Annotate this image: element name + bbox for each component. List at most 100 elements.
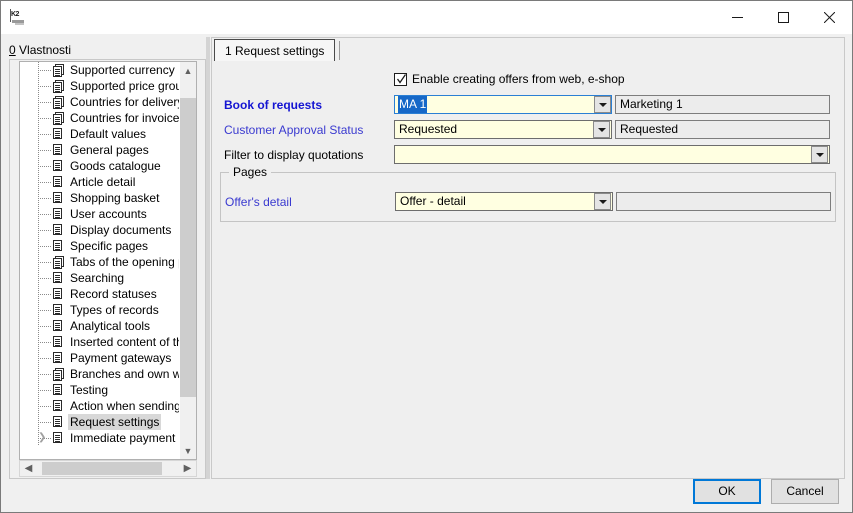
minimize-button[interactable] (714, 1, 760, 33)
tree-connector-dots (38, 406, 52, 407)
filter-quotations-combo[interactable] (394, 145, 830, 164)
document-icon (53, 208, 64, 221)
panel-splitter[interactable] (206, 37, 210, 479)
pages-groupbox: Pages Offer's detail Offer - detail (220, 172, 836, 222)
tree-connector-dots (38, 214, 52, 215)
customer-approval-status-description: Requested (615, 120, 830, 139)
chevron-up-icon[interactable]: ▲ (180, 62, 196, 79)
checkmark-icon (397, 74, 406, 85)
customer-approval-status-combo[interactable]: Requested (394, 120, 612, 139)
tree-item-label: Inserted content of the site (68, 334, 181, 350)
properties-tree[interactable]: Supported currencySupported price groups… (19, 61, 197, 460)
tree-connector-dots (38, 310, 52, 311)
tree-item[interactable]: Shopping basket (20, 190, 181, 206)
tree-item[interactable]: General pages (20, 142, 181, 158)
tree-item[interactable]: Goods catalogue (20, 158, 181, 174)
tree-item[interactable]: Countries for invoice addre (20, 110, 181, 126)
tree-item[interactable]: Analytical tools (20, 318, 181, 334)
tree-item[interactable]: Branches and own warehou (20, 366, 181, 382)
documents-stack-icon (53, 96, 64, 109)
tree-item[interactable]: Countries for delivery addr (20, 94, 181, 110)
tree-item-label: Tabs of the opening page (68, 254, 181, 270)
chevron-down-icon[interactable] (594, 96, 611, 113)
tree-item-label: Testing (68, 382, 110, 398)
tree-item-label: Payment gateways (68, 350, 173, 366)
document-icon (53, 416, 64, 429)
ok-button[interactable]: OK (693, 479, 761, 504)
tree-item[interactable]: ❯Immediate payment (20, 430, 181, 446)
tree-connector-dots (38, 246, 52, 247)
document-icon (53, 320, 64, 333)
tree-item[interactable]: Payment gateways (20, 350, 181, 366)
tree-item[interactable]: User accounts (20, 206, 181, 222)
documents-stack-icon (53, 112, 64, 125)
enable-offers-checkbox-row[interactable]: Enable creating offers from web, e-shop (394, 72, 625, 86)
chevron-down-icon[interactable]: ▼ (180, 442, 196, 459)
document-icon (53, 384, 64, 397)
book-of-requests-description: Marketing 1 (615, 95, 830, 114)
tree-item[interactable]: Specific pages (20, 238, 181, 254)
tree-connector-dots (38, 422, 52, 423)
chevron-right-icon[interactable]: ▶ (179, 461, 196, 476)
chevron-left-icon[interactable]: ◀ (20, 461, 37, 476)
customer-approval-status-value: Requested (395, 121, 593, 138)
document-icon (53, 272, 64, 285)
document-icon (53, 352, 64, 365)
properties-tree-label-text: Vlastnosti (16, 43, 71, 57)
enable-offers-label: Enable creating offers from web, e-shop (412, 72, 625, 86)
document-icon (53, 128, 64, 141)
document-icon (53, 304, 64, 317)
tree-item[interactable]: Testing (20, 382, 181, 398)
tree-item[interactable]: Display documents (20, 222, 181, 238)
tree-item[interactable]: Inserted content of the site (20, 334, 181, 350)
tab-separator (339, 41, 340, 60)
chevron-right-icon[interactable]: ❯ (38, 433, 48, 443)
tree-item[interactable]: Action when sending email (20, 398, 181, 414)
tree-horizontal-scrollbar[interactable]: ◀ ▶ (19, 460, 197, 477)
tree-item-label: Searching (68, 270, 126, 286)
tree-item[interactable]: Tabs of the opening page (20, 254, 181, 270)
enable-offers-checkbox[interactable] (394, 73, 407, 86)
chevron-down-icon[interactable] (594, 193, 611, 210)
tree-item-list[interactable]: Supported currencySupported price groups… (20, 62, 181, 459)
tree-item[interactable]: Record statuses (20, 286, 181, 302)
tree-item[interactable]: Types of records (20, 302, 181, 318)
tree-item-label: Request settings (68, 414, 161, 430)
tree-item[interactable]: Article detail (20, 174, 181, 190)
offers-detail-combo[interactable]: Offer - detail (395, 192, 613, 211)
tree-connector-dots (38, 118, 52, 119)
customer-approval-status-description-value: Requested (616, 121, 678, 138)
tree-item[interactable]: Searching (20, 270, 181, 286)
tab-request-settings[interactable]: 1 Request settings (214, 39, 335, 61)
documents-stack-icon (53, 64, 64, 77)
vertical-scrollbar-thumb[interactable] (180, 98, 196, 397)
tree-item-label: Countries for delivery addr (68, 94, 181, 110)
tree-connector-dots (38, 278, 52, 279)
close-button[interactable] (806, 1, 852, 33)
tree-connector-dots (38, 358, 52, 359)
tab-strip: 1 Request settings (211, 37, 845, 62)
tree-connector-dots (38, 390, 52, 391)
document-icon (53, 176, 64, 189)
maximize-button[interactable] (760, 1, 806, 33)
tree-item[interactable]: Default values (20, 126, 181, 142)
tree-item-label: Action when sending email (68, 398, 181, 414)
offers-detail-value: Offer - detail (396, 193, 594, 210)
chevron-down-icon[interactable] (811, 146, 828, 163)
tree-item[interactable]: Supported currency (20, 62, 181, 78)
cancel-button[interactable]: Cancel (771, 479, 839, 504)
book-of-requests-combo[interactable]: MA 1 (394, 95, 612, 114)
tree-connector-dots (38, 294, 52, 295)
properties-dialog-window: K2 0 Vlastnosti Supported currencySuppor… (0, 0, 853, 513)
chevron-down-icon[interactable] (593, 121, 610, 138)
tree-item[interactable]: Request settings (20, 414, 181, 430)
title-bar: K2 (1, 1, 852, 34)
documents-stack-icon (53, 80, 64, 93)
tree-connector-dots (38, 102, 52, 103)
tree-item[interactable]: Supported price groups (20, 78, 181, 94)
tree-vertical-scrollbar[interactable]: ▲ ▼ (179, 62, 196, 459)
tree-item-label: Specific pages (68, 238, 150, 254)
tree-connector-dots (38, 150, 52, 151)
book-of-requests-description-value: Marketing 1 (616, 96, 683, 113)
horizontal-scrollbar-thumb[interactable] (42, 462, 162, 475)
